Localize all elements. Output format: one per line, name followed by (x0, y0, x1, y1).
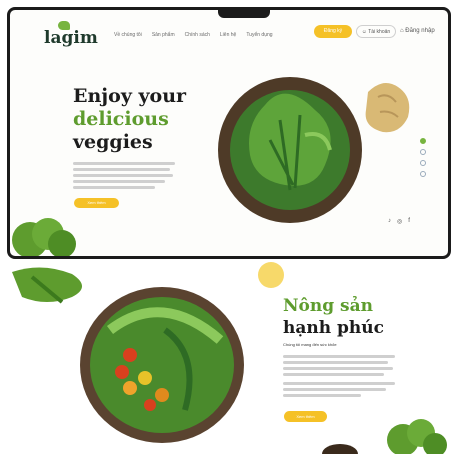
login-link[interactable]: ⌂ Đăng nhập (400, 25, 435, 38)
nav-item[interactable]: Tuyển dụng (246, 32, 272, 38)
vegetable-bowl-image (218, 77, 362, 223)
section-heading-line-1: Nông sản (283, 296, 373, 316)
slider-dot[interactable] (420, 171, 426, 177)
user-icon: ☺ (361, 29, 367, 35)
social-links: ♪ ◎ f (388, 218, 410, 225)
hero-line-3: veggies (73, 131, 153, 153)
broccoli-decoration-image (12, 218, 76, 256)
ginger-image (365, 83, 410, 133)
logo[interactable]: lagim (44, 21, 98, 48)
hero-paragraph (73, 162, 175, 192)
salad-bowl-image (80, 287, 244, 443)
device-frame: lagim Về chúng tôi Sản phẩm Chính sách L… (7, 7, 451, 259)
login-label: Đăng nhập (405, 28, 435, 34)
hero-line-1: Enjoy your (73, 85, 187, 107)
hero-heading: Enjoy your delicious veggies (73, 85, 186, 154)
account-button[interactable]: ☺ Tài khoản (356, 25, 396, 38)
broccoli-right-image (387, 419, 447, 454)
leaf-logo-icon (58, 21, 70, 30)
section-paragraph (283, 355, 395, 400)
account-label: Tài khoản (368, 29, 391, 35)
slider-dot[interactable] (420, 160, 426, 166)
tiktok-icon[interactable]: ♪ (388, 218, 391, 225)
hero-button[interactable]: Xem thêm (74, 198, 119, 208)
slider-dot[interactable] (420, 138, 426, 144)
slider-dot[interactable] (420, 149, 426, 155)
lemon-decoration (258, 262, 284, 288)
slider-dots (420, 138, 426, 177)
nav-item[interactable]: Liên hệ (220, 32, 236, 38)
section-heading: Nông sản hạnh phúc (283, 295, 384, 339)
section-subtitle: Chúng tôi mang đến sức khỏe (283, 342, 337, 347)
nav-item[interactable]: Sản phẩm (152, 32, 175, 38)
facebook-icon[interactable]: f (408, 218, 410, 225)
nav-item[interactable]: Về chúng tôi (114, 32, 142, 38)
bowl-edge-image (322, 444, 358, 454)
main-nav: Về chúng tôi Sản phẩm Chính sách Liên hệ… (114, 32, 273, 38)
logo-text: lagim (44, 28, 98, 48)
nav-item[interactable]: Chính sách (185, 32, 210, 38)
signup-button[interactable]: Đăng ký (314, 25, 352, 38)
cart-icon: ⌂ (400, 28, 404, 34)
section-heading-line-2: hạnh phúc (283, 318, 384, 338)
section-button[interactable]: Xem thêm (284, 411, 327, 422)
hero-line-2: delicious (73, 108, 169, 130)
instagram-icon[interactable]: ◎ (397, 218, 402, 225)
device-notch (218, 10, 270, 18)
